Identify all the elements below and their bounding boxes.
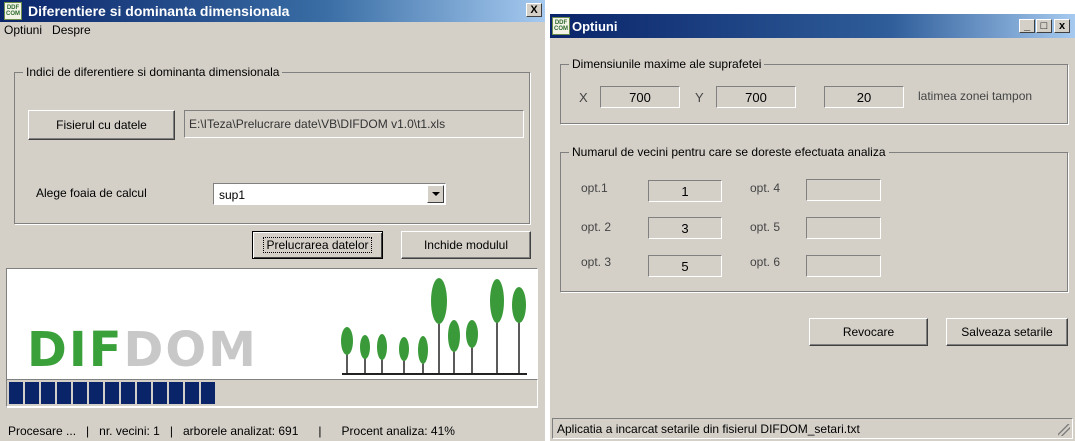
maximize-button[interactable]: □ [1036,19,1052,33]
progress-block [73,382,87,404]
options-window: DDF COM Optiuni _ □ x Dimensiunile maxime… [550,14,1075,441]
close-module-button[interactable]: Inchide modulul [401,231,531,259]
minimize-button[interactable]: _ [1019,19,1035,33]
close-button[interactable]: X [526,3,542,17]
cancel-button-label: Revocare [842,325,895,339]
buffer-width-label: latimea zonei tampon [918,89,1033,103]
data-file-button[interactable]: Fisierul cu datele [28,110,175,140]
progress-block [9,382,23,404]
y-value: 700 [745,89,767,105]
progress-bar [6,379,538,407]
x-field[interactable]: 700 [600,86,680,108]
progress-block [153,382,167,404]
options-window-titlebar[interactable]: DDF COM Optiuni _ □ x [550,14,1075,38]
save-settings-button[interactable]: Salveaza setarile [946,318,1068,346]
option-1-value: 1 [681,183,689,199]
progress-block [57,382,71,404]
status-bar: Procesare ... | nr. vecini: 1 | arborele… [0,420,545,441]
y-field[interactable]: 700 [716,86,796,108]
sheet-select[interactable]: sup1 [213,183,446,205]
neighbors-group-title: Numarul de vecini pentru care se doreste… [569,145,889,159]
indices-group-title: Indici de diferentiere si dominanta dime… [23,65,283,79]
x-value: 700 [629,89,651,105]
progress-block [137,382,151,404]
option-1-label: opt.1 [581,181,608,195]
progress-block [41,382,55,404]
main-window-titlebar[interactable]: DDF COM Diferentiere si dominanta dimensi… [0,0,545,22]
option-6-field[interactable] [806,255,881,277]
progress-block [169,382,183,404]
app-icon: DDF COM [552,17,570,35]
buffer-width-field[interactable]: 20 [824,86,904,108]
status-separator: | [318,423,322,438]
main-window: DDF COM Diferentiere si dominanta dimensi… [0,0,545,441]
chevron-down-icon [431,192,440,196]
logo-text: DIFDOM [27,322,258,378]
progress-fill [9,382,215,404]
status-neighbors: nr. vecini: 1 [99,423,160,438]
buffer-width-value: 20 [856,89,872,105]
progress-block [121,382,135,404]
menu-item-despre[interactable]: Despre [52,23,91,37]
sheet-select-value: sup1 [219,188,246,202]
resize-grip-icon[interactable] [1058,424,1070,436]
menu-item-optiuni[interactable]: Optiuni [4,23,42,37]
x-label: X [579,90,588,105]
progress-block [185,382,199,404]
menu-bar: Optiuni Despre [4,23,91,37]
progress-block [201,382,215,404]
dimensions-group-title: Dimensiunile maxime ale suprafetei [569,57,765,71]
options-status-bar: Aplicatia a incarcat setarile din fisier… [552,418,1073,439]
progress-block [89,382,103,404]
option-1-field[interactable]: 1 [648,180,722,202]
progress-block [105,382,119,404]
dropdown-arrow-button[interactable] [427,185,444,203]
option-3-field[interactable]: 5 [648,255,722,277]
status-separator: | [169,423,173,438]
file-path-field[interactable]: E:\ITeza\Prelucrare date\VB\DIFDOM v1.0\… [184,110,524,138]
data-file-button-label: Fisierul cu datele [56,118,147,132]
process-data-button[interactable]: Prelucrarea datelor [252,231,383,259]
y-label: Y [695,90,704,105]
close-module-button-label: Inchide modulul [423,238,509,252]
option-2-value: 3 [681,220,689,236]
option-3-value: 5 [681,258,689,274]
status-percent: Procent analiza: 41% [341,423,455,438]
option-5-field[interactable] [806,217,881,239]
close-button[interactable]: x [1054,19,1070,33]
options-status-text: Aplicatia a incarcat setarile din fisier… [557,421,860,436]
status-processing: Procesare ... [8,423,77,438]
status-tree: arborele analizat: 691 [182,423,299,438]
file-path-text: E:\ITeza\Prelucrare date\VB\DIFDOM v1.0\… [189,117,446,131]
trees-icon [341,278,527,375]
cancel-button[interactable]: Revocare [809,318,928,346]
option-2-field[interactable]: 3 [648,217,722,239]
process-data-button-label: Prelucrarea datelor [263,237,372,253]
option-4-field[interactable] [806,179,881,201]
option-6-label: opt. 6 [750,255,781,269]
save-settings-button-label: Salveaza setarile [961,325,1053,339]
status-separator: | [86,423,90,438]
option-2-label: opt. 2 [581,220,612,234]
option-4-label: opt. 4 [750,181,781,195]
options-window-title: Optiuni [572,18,618,34]
sheet-label: Alege foaia de calcul [36,186,147,200]
option-5-label: opt. 5 [750,220,781,234]
progress-block [25,382,39,404]
option-3-label: opt. 3 [581,255,612,269]
app-icon: DDF COM [4,2,22,20]
main-window-title: Diferentiere si dominanta dimensionala [28,3,290,19]
